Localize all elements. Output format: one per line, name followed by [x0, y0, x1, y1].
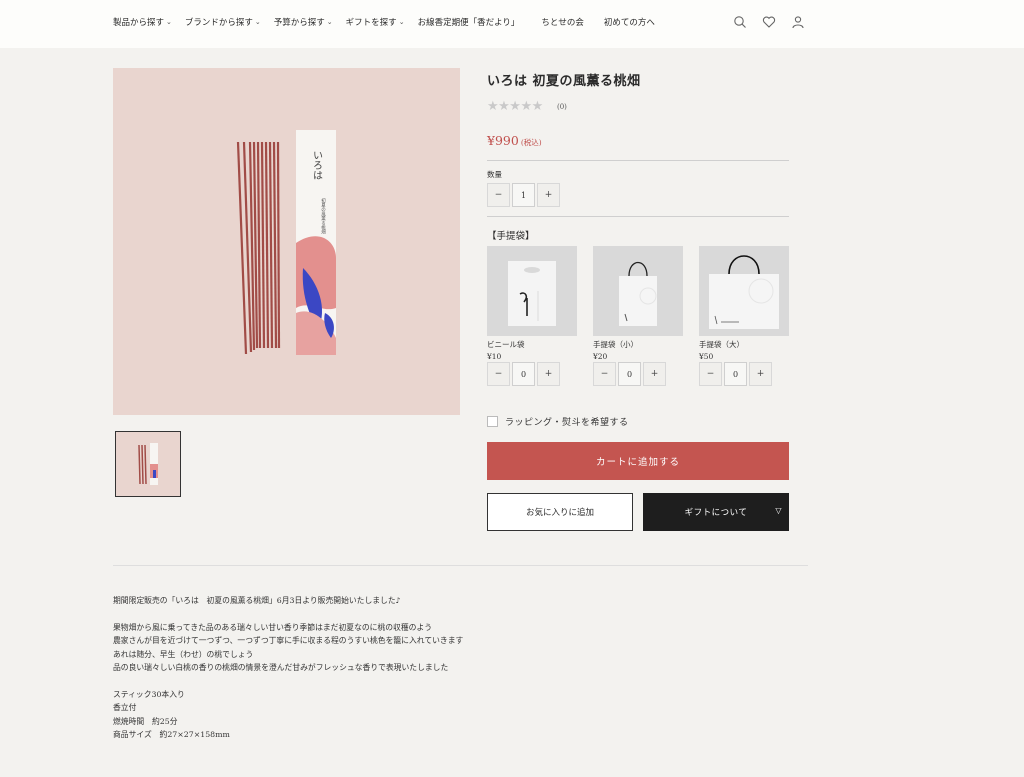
site-header: 製品から探す ⌄ ブランドから探す ⌄ 予算から探す ⌄ ギフトを探す ⌄ お線香定期便…	[0, 0, 1024, 48]
divider	[487, 160, 789, 161]
bag-plus-button[interactable]: +	[749, 362, 772, 386]
bag-plus-button[interactable]: +	[643, 362, 666, 386]
nav-membership[interactable]: ちとせの会	[541, 16, 584, 28]
quantity-stepper: − 1 +	[487, 183, 560, 207]
nav-brands[interactable]: ブランドから探す ⌄	[185, 16, 261, 28]
bag-qty-input[interactable]: 0	[724, 362, 747, 386]
bag-stepper-vinyl: − 0 +	[487, 362, 560, 386]
bag-option-vinyl: ビニール袋 ¥10	[487, 246, 577, 361]
quantity-minus-button[interactable]: −	[487, 183, 510, 207]
description-line: あれは随分、早生（わせ）の桃でしょう	[113, 649, 254, 659]
chevron-down-icon: ⌄	[254, 18, 261, 26]
spec-line: 燃焼時間 約25分	[113, 716, 178, 726]
quantity-plus-button[interactable]: +	[537, 183, 560, 207]
bag-stepper-large: − 0 +	[699, 362, 772, 386]
bag-image	[487, 246, 577, 336]
bag-name: 手提袋（小）	[593, 340, 638, 349]
search-icon[interactable]	[733, 15, 747, 29]
rating-count[interactable]: (0)	[557, 103, 567, 111]
description-line: 果物畑から風に乗ってきた品のある瑞々しい甘い香り季節はまだ初夏なのに桃の収穫のよ…	[113, 622, 433, 632]
product-title: いろは 初夏の風薫る桃畑	[487, 74, 641, 89]
bag-heading: 【手提袋】	[487, 231, 535, 242]
quantity-input[interactable]: 1	[512, 183, 535, 207]
quantity-label: 数量	[487, 170, 502, 179]
description-line: 期間限定販売の「いろは 初夏の風薫る桃畑」6月3日より販売開始いたしました♪	[113, 596, 401, 605]
bag-minus-button[interactable]: −	[699, 362, 722, 386]
bag-name: 手提袋（大）	[699, 340, 744, 349]
description-line: 農家さんが目を近づけて一つずつ、一つずつ丁寧に手に収まる程のうすい桃色を籠に入れ…	[113, 636, 464, 646]
bag-option-small: 手提袋（小） ¥20	[593, 246, 683, 361]
bag-image	[699, 246, 789, 336]
chevron-down-icon: ⌄	[398, 18, 405, 26]
product-description: 期間限定販売の「いろは 初夏の風薫る桃畑」6月3日より販売開始いたしました♪ 果…	[113, 594, 463, 741]
checkbox-box[interactable]	[487, 416, 498, 427]
spec-line: 商品サイズ 約27×27×158mm	[113, 730, 230, 740]
main-nav: 製品から探す ⌄ ブランドから探す ⌄ 予算から探す ⌄ ギフトを探す ⌄ お線香定期便…	[113, 16, 668, 28]
bag-qty-input[interactable]: 0	[618, 362, 641, 386]
bag-name: ビニール袋	[487, 340, 525, 349]
bag-minus-button[interactable]: −	[487, 362, 510, 386]
bag-price: ¥20	[593, 352, 608, 361]
bag-price: ¥10	[487, 352, 502, 361]
divider	[487, 216, 789, 217]
heart-icon[interactable]	[762, 15, 776, 29]
bag-minus-button[interactable]: −	[593, 362, 616, 386]
product-price: ¥990 (税込)	[487, 133, 542, 148]
product-thumbnail[interactable]	[115, 431, 181, 497]
section-divider	[113, 565, 808, 566]
header-icons	[733, 15, 805, 29]
bag-image	[593, 246, 683, 336]
spec-line: スティック30本入り	[113, 689, 185, 699]
triangle-down-icon: ▽	[775, 506, 782, 515]
product-main-image: いろは 初夏の風薫る桃畑	[113, 68, 460, 415]
svg-text:いろは: いろは	[311, 150, 322, 180]
gift-info-button[interactable]: ギフトについて ▽	[643, 493, 789, 531]
nav-budget[interactable]: 予算から探す ⌄	[274, 16, 333, 28]
tax-note: (税込)	[520, 138, 542, 147]
bag-qty-input[interactable]: 0	[512, 362, 535, 386]
bag-price: ¥50	[699, 352, 714, 361]
add-to-favorites-button[interactable]: お気に入りに追加	[487, 493, 633, 531]
bag-option-large: 手提袋（大） ¥50	[699, 246, 789, 361]
bag-stepper-small: − 0 +	[593, 362, 666, 386]
nav-gift[interactable]: ギフトを探す ⌄	[346, 16, 405, 28]
bag-plus-button[interactable]: +	[537, 362, 560, 386]
spec-line: 香立付	[113, 703, 137, 713]
add-to-cart-button[interactable]: カートに追加する	[487, 442, 789, 480]
chevron-down-icon: ⌄	[166, 18, 172, 26]
svg-text:初夏の風薫る桃畑: 初夏の風薫る桃畑	[321, 197, 326, 236]
incense-box: いろは 初夏の風薫る桃畑	[296, 130, 336, 355]
nav-first-time[interactable]: 初めての方へ	[604, 16, 655, 28]
nav-subscription[interactable]: お線香定期便「香だより」	[418, 16, 520, 28]
nav-products[interactable]: 製品から探す ⌄	[113, 16, 172, 28]
rating-stars: ★★★★★	[487, 99, 543, 114]
chevron-down-icon: ⌄	[326, 18, 333, 26]
wrapping-checkbox[interactable]: ラッピング・熨斗を希望する	[487, 415, 629, 428]
description-line: 品の良い瑞々しい白桃の香りの桃畑の情景を澄んだ甘みがフレッシュな香りで表現いたし…	[113, 663, 449, 673]
user-icon[interactable]	[791, 15, 805, 29]
wrapping-label: ラッピング・熨斗を希望する	[505, 418, 629, 428]
